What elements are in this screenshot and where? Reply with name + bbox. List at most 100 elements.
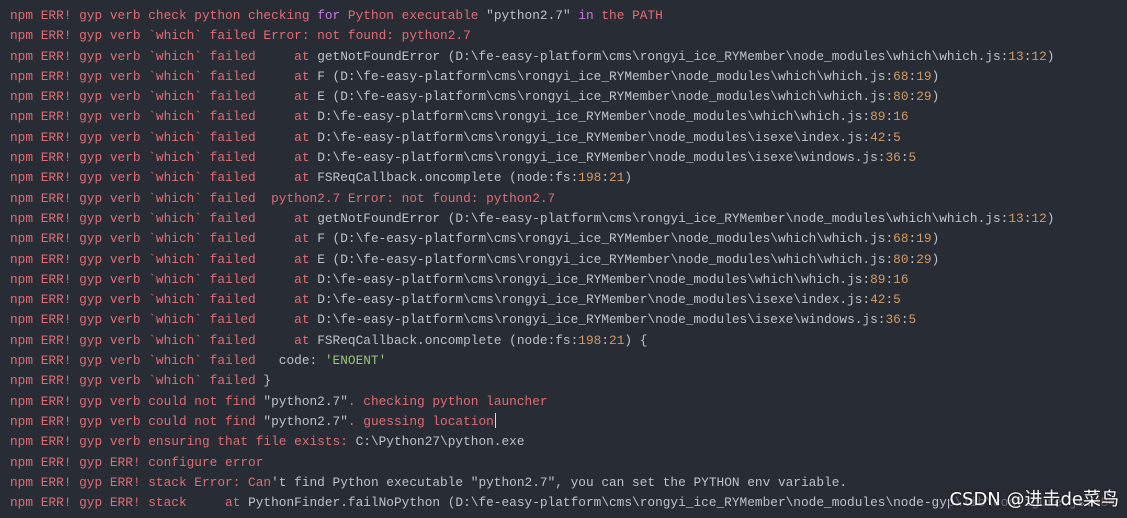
log-text-segment: 13	[1008, 48, 1024, 64]
log-text-segment: "python2.7"	[486, 8, 579, 23]
log-text-segment: 'ENOENT'	[324, 353, 387, 369]
log-text-segment: :	[885, 292, 894, 308]
log-text-segment: npm ERR! gyp verb `which` failed	[10, 353, 279, 369]
log-text-segment: 't find Python executable "python2.7", y…	[271, 474, 848, 490]
log-text-segment: E (D:\fe-easy-platform\cms\rongyi_ice_RY…	[317, 251, 894, 267]
log-text-segment: 68	[893, 231, 909, 247]
log-text-segment: :	[601, 170, 610, 186]
log-text-segment: npm ERR! gyp verb `which` failed at	[10, 89, 318, 105]
log-text-segment: npm ERR! gyp verb `which` failed Error: …	[10, 28, 471, 44]
log-text-segment: 29	[916, 89, 932, 105]
log-text-segment: 198	[578, 170, 602, 186]
log-line: npm ERR! gyp verb `which` failed python2…	[10, 189, 1123, 209]
log-text-segment: D:\fe-easy-platform\cms\rongyi_ice_RYMem…	[317, 150, 886, 166]
log-text-segment: 12	[1031, 48, 1047, 64]
log-text-segment: npm ERR! gyp verb `which` failed at	[10, 231, 318, 247]
log-text-segment: 16	[893, 271, 909, 287]
log-text-segment: )	[931, 68, 940, 84]
log-line: npm ERR! gyp verb `which` failed at F (D…	[10, 229, 1123, 249]
log-text-segment: npm ERR! gyp verb `which` failed python2…	[10, 190, 556, 206]
log-text-segment: npm ERR! gyp verb `which` failed at	[10, 292, 318, 308]
log-text-segment: npm ERR! gyp verb check python checking	[10, 8, 318, 23]
log-text-segment: 29	[916, 251, 932, 267]
log-text-segment: npm ERR! gyp ERR! stack at	[10, 495, 249, 511]
log-line: npm ERR! gyp verb `which` failed at D:\f…	[10, 148, 1123, 168]
log-text-segment: ) {	[624, 332, 648, 348]
log-text-segment: )	[931, 251, 940, 267]
log-text-segment: . checking python launcher	[347, 393, 548, 409]
log-line: npm ERR! gyp verb `which` failed at getN…	[10, 209, 1123, 229]
log-text-segment: 5	[908, 312, 917, 328]
log-text-segment: D:\fe-easy-platform\cms\rongyi_ice_RYMem…	[317, 292, 871, 308]
log-line: npm ERR! gyp verb `which` failed at D:\f…	[10, 128, 1123, 148]
log-text-segment: code:	[278, 353, 325, 369]
log-text-segment: 19	[916, 68, 932, 84]
log-text-segment: D:\fe-easy-platform\cms\rongyi_ice_RYMem…	[317, 129, 871, 145]
log-text-segment: npm ERR! gyp verb ensuring that file exi…	[10, 434, 356, 450]
log-text-segment: 5	[893, 129, 901, 145]
log-text-segment: 5	[893, 292, 901, 308]
log-text-segment: :	[900, 150, 909, 166]
log-text-segment: 89	[870, 109, 886, 125]
log-text-segment: . guessing location	[347, 413, 494, 429]
log-line: npm ERR! gyp verb `which` failed at FSRe…	[10, 168, 1123, 188]
log-text-segment: 68	[893, 68, 909, 84]
log-text-segment: npm ERR! gyp verb `which` failed	[10, 373, 264, 389]
log-text-segment: the PATH	[593, 8, 663, 23]
log-text-segment: 12	[1031, 210, 1047, 226]
log-text-segment: npm ERR! gyp verb could not find	[10, 393, 264, 409]
log-text-segment: 19	[916, 231, 932, 247]
log-text-segment: }	[263, 373, 272, 389]
log-text-segment: Python executable	[340, 8, 487, 23]
log-text-segment: :	[885, 109, 894, 125]
log-text-segment: npm ERR! gyp verb `which` failed at	[10, 312, 318, 328]
log-text-segment: 198	[578, 332, 602, 348]
log-text-segment: npm ERR! gyp verb `which` failed at	[10, 251, 318, 267]
log-line: npm ERR! gyp verb `which` failed Error: …	[10, 26, 1123, 46]
log-line: npm ERR! gyp verb `which` failed at D:\f…	[10, 310, 1123, 330]
log-text-segment: 5	[908, 150, 917, 166]
log-text-segment: F (D:\fe-easy-platform\cms\rongyi_ice_RY…	[317, 68, 894, 84]
log-text-segment: 89	[870, 271, 886, 287]
log-text-segment: npm ERR! gyp verb `which` failed at	[10, 170, 318, 186]
log-line: npm ERR! gyp verb `which` failed at D:\f…	[10, 290, 1123, 310]
log-text-segment: E (D:\fe-easy-platform\cms\rongyi_ice_RY…	[317, 89, 894, 105]
log-text-segment: npm ERR! gyp ERR! configure error	[10, 454, 264, 470]
csdn-watermark: CSDN @进击de菜鸟	[949, 488, 1119, 512]
log-text-segment: npm ERR! gyp ERR! stack Error: Can	[10, 474, 272, 490]
log-text-segment: :	[885, 129, 894, 145]
log-text-segment: )	[1046, 210, 1055, 226]
log-text-segment: F (D:\fe-easy-platform\cms\rongyi_ice_RY…	[317, 231, 894, 247]
log-text-segment: D:\fe-easy-platform\cms\rongyi_ice_RYMem…	[317, 109, 871, 125]
log-text-segment: 13	[1008, 210, 1024, 226]
log-text-segment: C:\Python27\python.exe	[355, 434, 525, 450]
log-line: npm ERR! gyp verb `which` failed at E (D…	[10, 250, 1123, 270]
log-text-segment: in	[578, 8, 594, 23]
log-text-segment: 80	[893, 251, 909, 267]
terminal-output: npm ERR! gyp verb check python checking …	[10, 6, 1123, 518]
log-line: npm ERR! gyp verb `which` failed at D:\f…	[10, 107, 1123, 127]
log-text-segment: D:\fe-easy-platform\cms\rongyi_ice_RYMem…	[317, 271, 871, 287]
log-text-segment: npm ERR! gyp verb `which` failed at	[10, 129, 318, 145]
log-text-segment: npm ERR! gyp verb `which` failed at	[10, 68, 318, 84]
log-text-segment: 42	[870, 129, 886, 145]
log-text-segment: 16	[893, 109, 909, 125]
log-text-segment: npm ERR! gyp verb `which` failed at	[10, 332, 318, 348]
log-text-segment: 21	[609, 170, 625, 186]
log-text-segment: npm ERR! gyp verb `which` failed at	[10, 109, 318, 125]
log-text-segment: npm ERR! gyp verb `which` failed at	[10, 150, 318, 166]
log-line: npm ERR! gyp verb check python checking …	[10, 6, 1123, 26]
log-text-segment: npm ERR! gyp verb `which` failed at	[10, 271, 318, 287]
log-text-segment: :	[900, 312, 909, 328]
log-text-segment: )	[931, 89, 940, 105]
log-text-segment: :	[885, 271, 894, 287]
log-text-segment: :	[601, 332, 610, 348]
log-text-segment: FSReqCallback.oncomplete (node:fs:	[317, 170, 579, 186]
log-text-segment: "python2.7"	[263, 413, 348, 429]
log-text-segment: npm ERR! gyp verb could not find	[10, 413, 264, 429]
log-text-segment: for	[317, 8, 341, 23]
log-line: npm ERR! gyp verb `which` failed at D:\f…	[10, 270, 1123, 290]
log-line: npm ERR! gyp verb `which` failed code: '…	[10, 351, 1123, 371]
log-text-segment: 21	[609, 332, 625, 348]
log-text-segment: "python2.7"	[263, 393, 348, 409]
